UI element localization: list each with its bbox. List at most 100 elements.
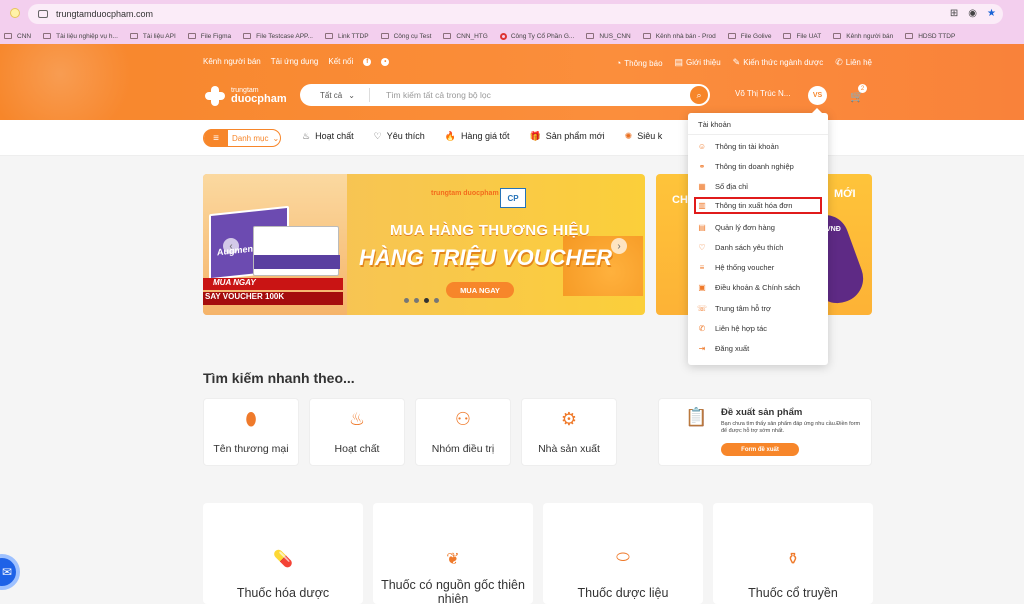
folder-icon (586, 33, 595, 39)
carousel-prev-icon[interactable]: ‹ (223, 238, 239, 254)
chevron-down-icon: ⌄ (272, 133, 280, 143)
chat-widget-button[interactable]: ✉ (0, 554, 20, 590)
suggest-description: Bạn chưa tìm thấy sản phẩm đáp ứng nhu c… (721, 421, 861, 435)
category-card-chemical-drug[interactable]: 💊 Thuốc hóa dược (203, 503, 363, 604)
carousel-dot[interactable] (434, 298, 439, 303)
chat-icon[interactable]: • (381, 57, 390, 66)
bookmark-item[interactable]: Link TTDP (321, 33, 377, 40)
invoice-icon: ▥ (698, 201, 706, 210)
quick-search-ingredient[interactable]: ♨ Hoạt chất (309, 398, 405, 466)
quick-search-manufacturer[interactable]: ⚙ Nhà sản xuất (521, 398, 617, 466)
nav-item-best-price[interactable]: 🔥 Hàng giá tốt (445, 131, 510, 142)
bookmark-star-icon[interactable]: ★ (987, 8, 996, 19)
pharma-knowledge-link[interactable]: ✎ Kiến thức ngành dược (733, 57, 824, 68)
bookmark-item[interactable]: HDSD TTDP (901, 33, 963, 40)
menu-item-partnership[interactable]: ✆ Liên hệ hợp tác (696, 320, 820, 337)
menu-item-business-info[interactable]: ⚭ Thông tin doanh nghiệp (696, 158, 820, 175)
menu-item-terms[interactable]: ▣ Điều khoản & Chính sách (696, 279, 820, 296)
bookmark-item[interactable]: Công Ty Cổ Phần G... (496, 32, 582, 40)
avatar[interactable]: VS (808, 86, 827, 105)
suggest-form-button[interactable]: Form đề xuất (721, 443, 799, 456)
bookmarks-bar: CNN Tài liệu nghiệp vụ h... Tài liệu API… (0, 28, 1024, 44)
buy-now-ribbon: MUA NGAY (203, 278, 343, 290)
nav-item-favorites[interactable]: ♡ Yêu thích (374, 131, 425, 142)
bookmark-item[interactable]: Tài liệu API (126, 33, 184, 40)
carousel-next-icon[interactable]: › (611, 238, 627, 254)
phone-icon: ✆ (698, 324, 706, 333)
category-card-herbal-drug[interactable]: ⬭ Thuốc dược liệu (543, 503, 703, 604)
browser-actions: ⊞ ◉ ★ (950, 8, 996, 19)
folder-icon (324, 33, 333, 39)
bookmark-item[interactable]: Kênh người bán (829, 33, 901, 40)
carousel-dot[interactable] (424, 298, 429, 303)
product-suggest-card: 📋 Đề xuất sản phẩm Bạn chưa tìm thấy sản… (658, 398, 872, 466)
site-info-icon[interactable] (38, 10, 48, 18)
heart-icon: ♡ (373, 131, 382, 141)
about-link[interactable]: ▤ Giới thiệu (675, 57, 721, 68)
download-app-link[interactable]: Tải ứng dụng (271, 57, 319, 66)
nav-item-new-products[interactable]: 🎁 Sản phẩm mới (529, 131, 604, 142)
bookmark-item[interactable]: File Golive (724, 33, 780, 40)
nav-item-super[interactable]: ✺ Siêu k (625, 131, 663, 142)
pill-icon: ✎ (732, 57, 741, 67)
bookmark-item[interactable]: Kênh nhà bán - Prod (639, 33, 724, 40)
search-category-select[interactable]: Tất cả ⌄ (300, 88, 370, 102)
category-card-natural-drug[interactable]: ❦ Thuốc có nguồn gốc thiên nhiên (373, 503, 533, 604)
facebook-icon[interactable]: f (363, 57, 372, 66)
contact-link[interactable]: ✆ Liên hệ (835, 57, 872, 68)
carousel-dot[interactable] (414, 298, 419, 303)
translate-icon[interactable]: ⊞ (950, 8, 958, 19)
address-book-icon: ▦ (698, 182, 706, 191)
category-menu-button[interactable]: ≡ Danh mục ⌄ (203, 129, 281, 147)
side-banner-text: MỚI (834, 188, 856, 200)
url-text[interactable]: trungtamduocpham.com (56, 9, 153, 19)
menu-item-support[interactable]: ☏ Trung tâm hỗ trợ (696, 300, 820, 317)
menu-item-favorites[interactable]: ♡ Danh sách yêu thích (696, 239, 820, 256)
bookmark-item[interactable]: NUS_CNN (582, 33, 638, 40)
header-right-links: ◔ Thông báo ▤ Giới thiệu ✎ Kiến thức ngành … (616, 57, 872, 68)
quick-search-therapy-group[interactable]: ⚇ Nhóm điều trị (415, 398, 511, 466)
carousel-dot[interactable] (404, 298, 409, 303)
folder-icon (243, 33, 252, 39)
chat-icon: ✉ (1, 565, 12, 579)
search-input[interactable]: Tìm kiếm tất cả trong bộ lọc (370, 90, 690, 100)
handshake-icon: ⚭ (698, 162, 706, 171)
bookmark-item[interactable]: Tài liệu nghiệp vụ h... (39, 33, 126, 40)
notifications-link[interactable]: ◔ Thông báo (616, 58, 663, 68)
promo-banner[interactable]: Augmentin MUA NGAY SAY VOUCHER 100K trun… (203, 174, 645, 315)
menu-item-invoice-info[interactable]: ▥ Thông tin xuất hóa đơn (694, 197, 822, 214)
bookmark-item[interactable]: File UAT (779, 33, 829, 40)
tab-favicon-icon[interactable] (10, 8, 20, 18)
quick-search-trade-name[interactable]: ⬮ Tên thương mại (203, 398, 299, 466)
folder-icon (727, 33, 736, 39)
side-banner-text: CH (672, 194, 688, 206)
nav-item-active-ingredient[interactable]: ♨ Hoạt chất (302, 131, 354, 142)
folder-icon (905, 33, 914, 39)
folder-icon (187, 33, 196, 39)
bookmark-item[interactable]: CNN_HTG (439, 33, 495, 40)
bookmark-item[interactable]: File Testcase APP... (239, 33, 321, 40)
bookmark-item[interactable]: File Figma (184, 33, 239, 40)
category-card-traditional-drug[interactable]: ⚱ Thuốc cổ truyền (713, 503, 873, 604)
menu-item-account-info[interactable]: ☺ Thông tin tài khoản (696, 138, 820, 155)
phone-icon: ✆ (835, 57, 843, 67)
menu-item-address-book[interactable]: ▦ Sổ địa chỉ (696, 178, 820, 195)
banner-buy-button[interactable]: MUA NGAY (446, 282, 514, 298)
quick-search-title: Tìm kiếm nhanh theo... (203, 370, 355, 386)
menu-item-logout[interactable]: ⇥ Đăng xuất (696, 340, 820, 357)
search-bar: Tất cả ⌄ Tìm kiếm tất cả trong bộ lọc ⌕ (300, 84, 710, 106)
cart-button[interactable]: 🛒 2 (850, 84, 867, 103)
address-bar[interactable]: trungtamduocpham.com (28, 4, 1003, 24)
company-logo-icon (499, 32, 507, 40)
search-button[interactable]: ⌕ (690, 86, 708, 104)
user-name[interactable]: Võ Thị Trúc N... (735, 89, 790, 98)
bookmark-item[interactable]: Công cụ Test (377, 33, 440, 40)
partner-logo: CP (500, 188, 526, 208)
clipboard-icon: 📋 (685, 407, 708, 427)
menu-item-voucher[interactable]: ≡ Hệ thống voucher (696, 259, 820, 276)
site-logo[interactable]: trungtam duocpham (203, 84, 287, 108)
menu-item-order-management[interactable]: ▤ Quản lý đơn hàng (696, 219, 820, 236)
seller-channel-link[interactable]: Kênh người bán (203, 57, 261, 66)
bookmark-item[interactable]: CNN (0, 33, 39, 40)
eye-off-icon[interactable]: ◉ (968, 8, 977, 19)
